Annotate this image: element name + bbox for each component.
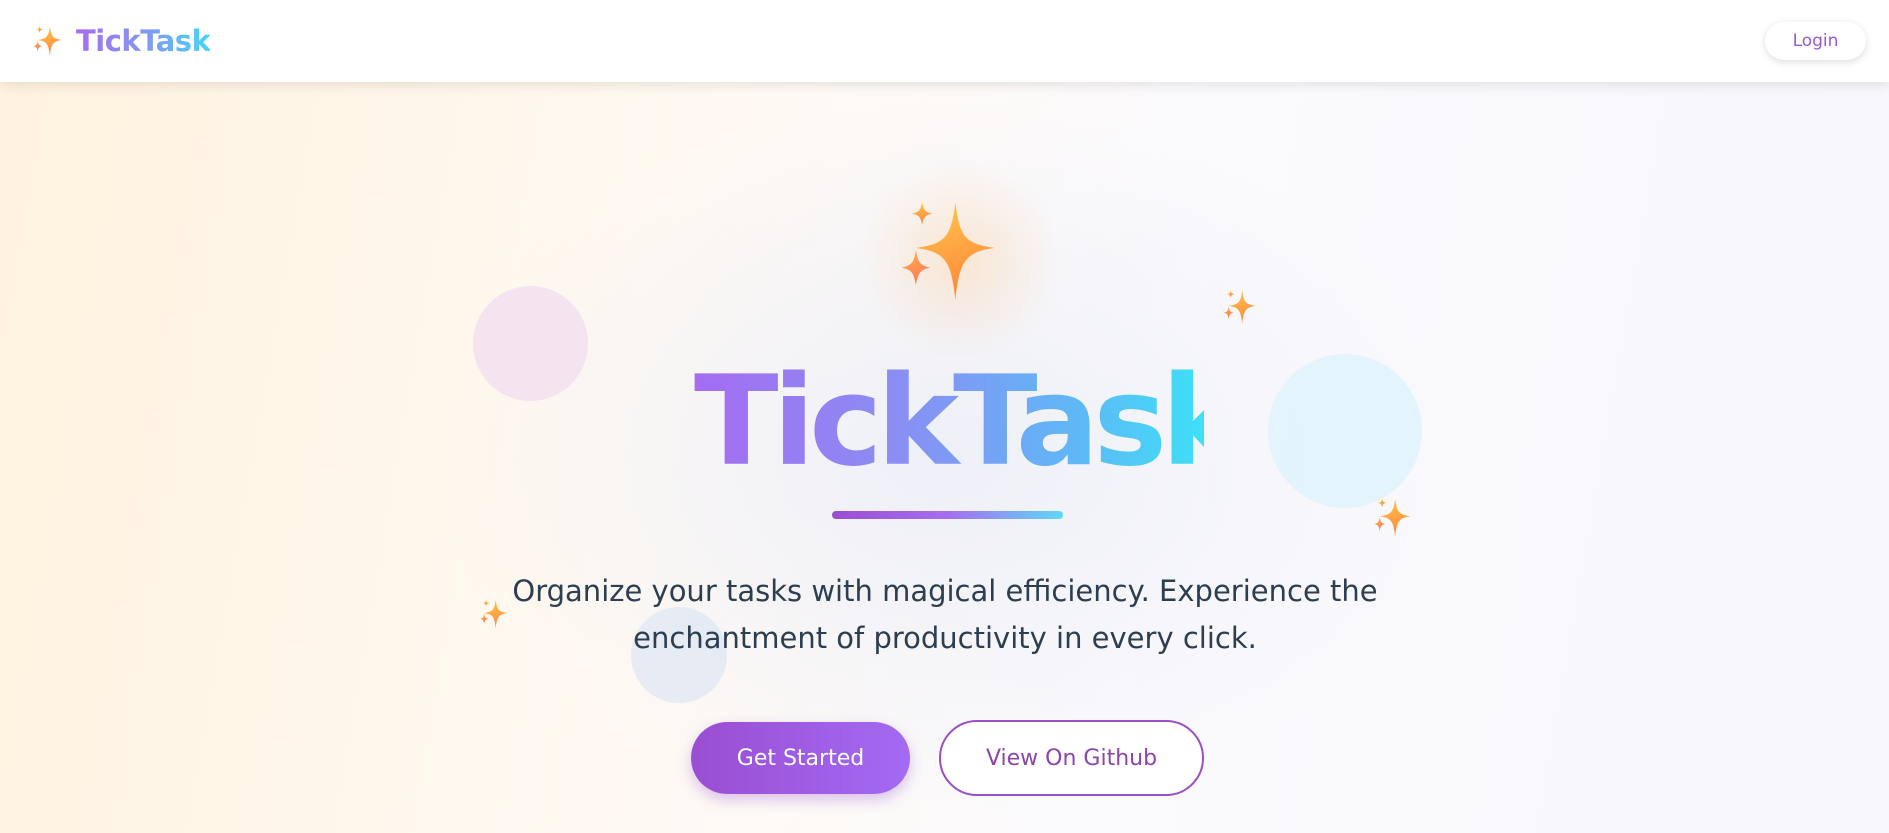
brand-logo[interactable]: TickTask (30, 22, 211, 60)
view-on-github-button[interactable]: View On Github (939, 720, 1204, 796)
title-underline (832, 511, 1063, 519)
hero-subtitle-line-2: enchantment of productivity in every cli… (633, 621, 1257, 655)
sparkles-icon (33, 25, 63, 57)
hero-subtitle-line-1: Organize your tasks with magical efficie… (512, 574, 1378, 608)
sparkles-icon (1374, 498, 1411, 537)
get-started-button[interactable]: Get Started (691, 722, 910, 794)
login-button[interactable]: Login (1765, 22, 1866, 60)
decor-circle-pink (473, 286, 588, 401)
sparkles-icon (1223, 290, 1256, 324)
hero-title: TickTask (694, 350, 1244, 494)
navbar: TickTask Login (0, 0, 1889, 82)
hero-subtitle: Organize your tasks with magical efficie… (490, 568, 1400, 662)
sparkles-icon (901, 202, 995, 300)
decor-circle-blue (1268, 354, 1422, 508)
brand-name: TickTask (76, 24, 211, 58)
